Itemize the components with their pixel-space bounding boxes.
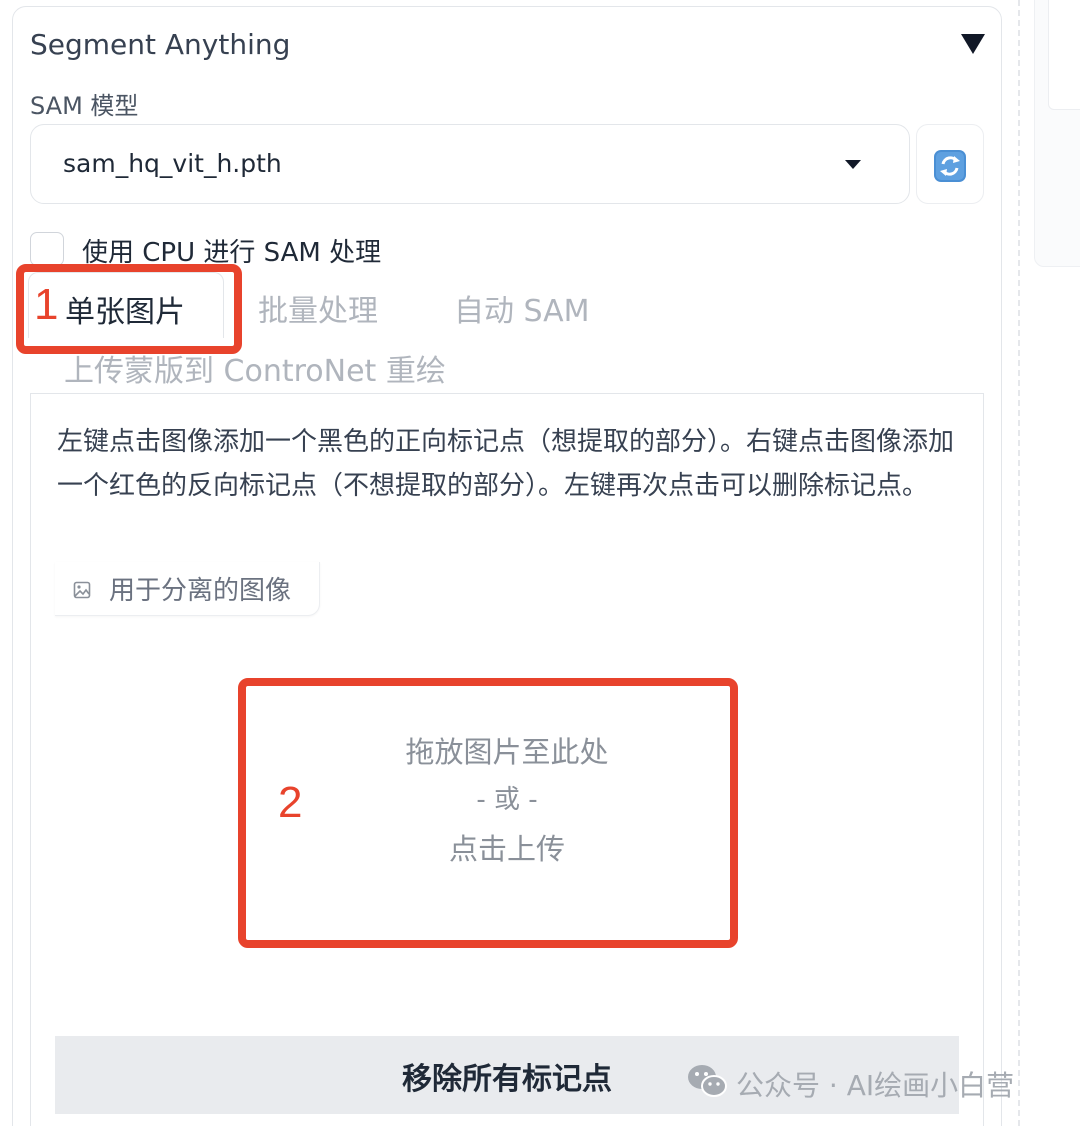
page: Segment Anything SAM 模型 sam_hq_vit_h.pth… — [0, 0, 1080, 1126]
cpu-checkbox[interactable] — [30, 232, 64, 266]
side-panel-inner — [1048, 0, 1080, 110]
sam-model-dropdown[interactable]: sam_hq_vit_h.pth — [30, 124, 910, 204]
sam-model-value: sam_hq_vit_h.pth — [63, 149, 282, 178]
accordion-title[interactable]: Segment Anything — [30, 28, 290, 61]
annotation-number-2: 2 — [278, 778, 303, 827]
tab-batch-process[interactable]: 批量处理 — [258, 286, 378, 330]
chevron-down-icon — [845, 160, 861, 169]
instructions-text: 左键点击图像添加一个黑色的正向标记点（想提取的部分）。右键点击图像添加一个红色的… — [57, 427, 955, 501]
annotation-number-1: 1 — [34, 280, 59, 329]
annotation-box-2 — [238, 678, 738, 948]
image-label-text: 用于分离的图像 — [109, 576, 292, 606]
tab-auto-sam[interactable]: 自动 SAM — [454, 286, 590, 330]
column-divider — [1018, 0, 1020, 1126]
watermark-text: 公众号 · AI绘画小白营 — [736, 1069, 1015, 1102]
refresh-models-button[interactable] — [916, 124, 984, 204]
wechat-icon — [688, 1065, 727, 1097]
triangle-down-icon[interactable] — [958, 30, 988, 58]
image-icon — [73, 581, 91, 599]
sam-model-label: SAM 模型 — [30, 92, 139, 120]
refresh-icon — [934, 150, 966, 182]
image-label: 用于分离的图像 — [55, 562, 320, 616]
